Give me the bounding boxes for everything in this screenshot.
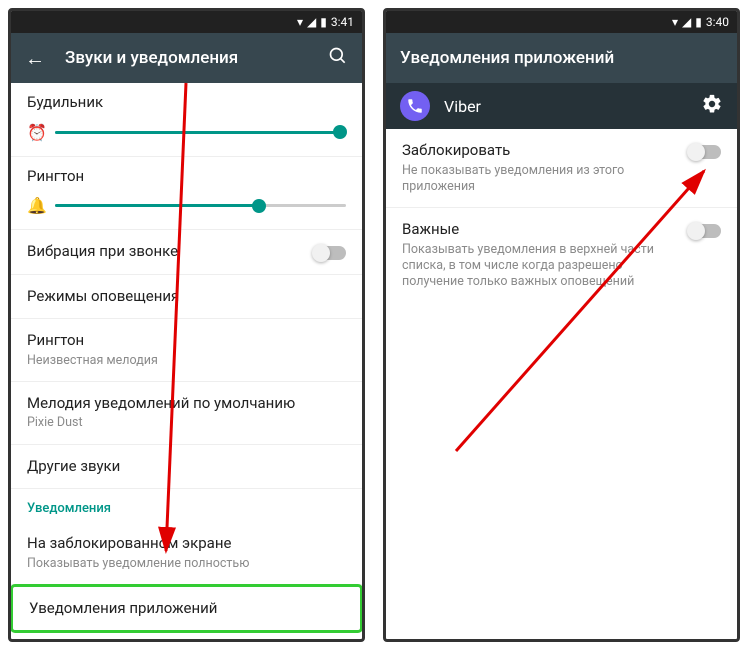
block-sub: Не показывать уведомления из этого прило… <box>402 163 677 196</box>
bell-icon: 🔔 <box>27 196 45 215</box>
phone-right: ▾ ◢ ▮ 3:40 Уведомления приложений Viber … <box>383 8 740 642</box>
priority-row[interactable]: Важные Показывать уведомления в верхней … <box>386 208 737 302</box>
app-name: Viber <box>444 97 687 116</box>
back-icon[interactable]: ← <box>25 46 45 71</box>
ringtone-label: Рингтон <box>27 167 346 187</box>
status-time: 3:41 <box>331 15 354 29</box>
battery-icon: ▮ <box>695 15 702 29</box>
lock-screen-row[interactable]: На заблокированном экране Показывать уве… <box>11 522 362 585</box>
block-label: Заблокировать <box>402 141 677 161</box>
wifi-icon: ▾ <box>297 15 303 29</box>
notif-melody-label: Мелодия уведомлений по умолчанию <box>27 394 346 414</box>
lock-screen-sub: Показывать уведомление полностью <box>27 556 346 572</box>
gear-icon[interactable] <box>701 93 723 119</box>
vibrate-row[interactable]: Вибрация при звонке <box>11 230 362 275</box>
app-bar-title: Уведомления приложений <box>400 48 723 68</box>
notif-melody-row[interactable]: Мелодия уведомлений по умолчанию Pixie D… <box>11 382 362 445</box>
app-notifications-row[interactable]: Уведомления приложений <box>10 584 363 634</box>
content: Будильник ⏰ Рингтон 🔔 Вибрация при звонк… <box>11 83 362 642</box>
ringtone-slider[interactable]: 🔔 <box>27 196 346 215</box>
app-sub-bar: Viber <box>386 83 737 129</box>
alarm-volume-row[interactable]: Будильник ⏰ <box>11 83 362 157</box>
ringtone-row[interactable]: Рингтон Неизвестная мелодия <box>11 319 362 382</box>
app-notifications-label: Уведомления приложений <box>29 599 344 619</box>
priority-sub: Показывать уведомления в верхней части с… <box>402 242 677 291</box>
signal-icon: ◢ <box>682 15 691 29</box>
modes-row[interactable]: Режимы оповещения <box>11 275 362 320</box>
vibrate-toggle[interactable] <box>314 246 346 260</box>
alarm-slider[interactable]: ⏰ <box>27 123 346 142</box>
app-bar: Уведомления приложений <box>386 33 737 83</box>
other-sounds-row[interactable]: Другие звуки <box>11 445 362 490</box>
battery-icon: ▮ <box>320 15 327 29</box>
phone-left: ▾ ◢ ▮ 3:41 ← Звуки и уведомления Будильн… <box>8 8 365 642</box>
app-bar: ← Звуки и уведомления <box>11 33 362 83</box>
notif-melody-sub: Pixie Dust <box>27 415 346 431</box>
app-bar-title: Звуки и уведомления <box>65 48 308 68</box>
modes-label: Режимы оповещения <box>27 287 346 307</box>
section-header: Уведомления <box>11 489 362 522</box>
notif-access-row[interactable]: Доступ к уведомлениям <box>11 632 362 642</box>
signal-icon: ◢ <box>307 15 316 29</box>
ringtone2-label: Рингтон <box>27 331 346 351</box>
lock-screen-label: На заблокированном экране <box>27 534 346 554</box>
block-toggle[interactable] <box>689 145 721 159</box>
vibrate-label: Вибрация при звонке <box>27 242 302 262</box>
viber-icon <box>400 91 430 121</box>
ringtone2-sub: Неизвестная мелодия <box>27 353 346 369</box>
alarm-label: Будильник <box>27 93 346 113</box>
other-sounds-label: Другие звуки <box>27 457 346 477</box>
ringtone-volume-row[interactable]: Рингтон 🔔 <box>11 157 362 231</box>
priority-label: Важные <box>402 220 677 240</box>
block-row[interactable]: Заблокировать Не показывать уведомления … <box>386 129 737 208</box>
content: Заблокировать Не показывать уведомления … <box>386 129 737 302</box>
status-bar: ▾ ◢ ▮ 3:40 <box>386 11 737 33</box>
priority-toggle[interactable] <box>689 224 721 238</box>
wifi-icon: ▾ <box>672 15 678 29</box>
status-time: 3:40 <box>706 15 729 29</box>
search-icon[interactable] <box>328 46 348 70</box>
status-bar: ▾ ◢ ▮ 3:41 <box>11 11 362 33</box>
alarm-icon: ⏰ <box>27 123 45 142</box>
